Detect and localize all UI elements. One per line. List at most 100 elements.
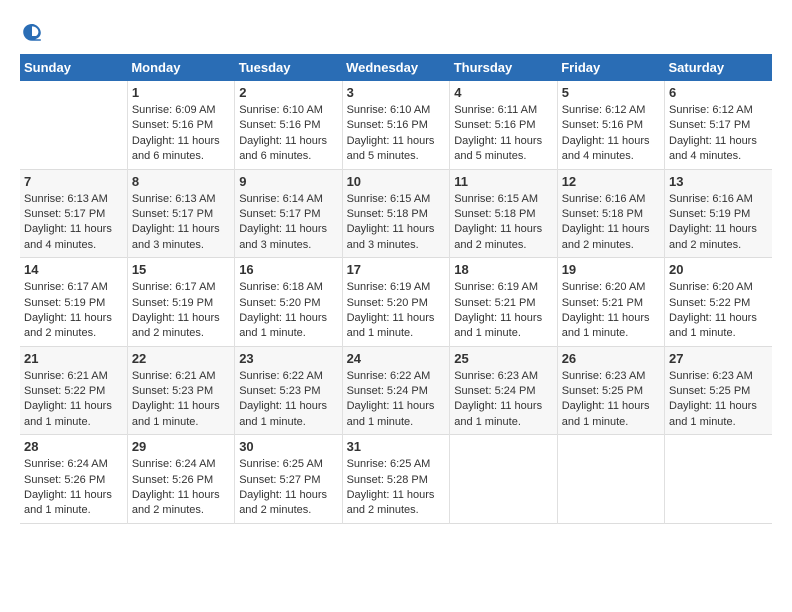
day-number: 26 bbox=[562, 351, 660, 366]
calendar-cell: 21 Sunrise: 6:21 AM Sunset: 5:22 PM Dayli… bbox=[20, 346, 127, 435]
cell-info: Sunrise: 6:22 AM Sunset: 5:23 PM Dayligh… bbox=[239, 369, 337, 431]
day-number: 12 bbox=[562, 174, 660, 189]
page-header bbox=[20, 20, 772, 44]
cell-info: Sunrise: 6:24 AM Sunset: 5:26 PM Dayligh… bbox=[132, 457, 230, 519]
day-number: 3 bbox=[347, 85, 446, 100]
column-header-monday: Monday bbox=[127, 54, 234, 81]
column-header-saturday: Saturday bbox=[665, 54, 773, 81]
day-number: 18 bbox=[454, 262, 552, 277]
calendar-cell: 12 Sunrise: 6:16 AM Sunset: 5:18 PM Dayli… bbox=[557, 169, 664, 258]
calendar-cell: 11 Sunrise: 6:15 AM Sunset: 5:18 PM Dayli… bbox=[450, 169, 557, 258]
logo bbox=[20, 20, 48, 44]
cell-info: Sunrise: 6:24 AM Sunset: 5:26 PM Dayligh… bbox=[24, 457, 123, 519]
cell-info: Sunrise: 6:10 AM Sunset: 5:16 PM Dayligh… bbox=[347, 103, 446, 165]
calendar-cell: 3 Sunrise: 6:10 AM Sunset: 5:16 PM Daylig… bbox=[342, 81, 450, 169]
calendar-cell: 2 Sunrise: 6:10 AM Sunset: 5:16 PM Daylig… bbox=[235, 81, 342, 169]
calendar-cell: 30Sunrise: 6:25 AM Sunset: 5:27 PM Dayli… bbox=[235, 435, 342, 524]
cell-info: Sunrise: 6:09 AM Sunset: 5:16 PM Dayligh… bbox=[132, 103, 230, 165]
column-header-wednesday: Wednesday bbox=[342, 54, 450, 81]
cell-info: Sunrise: 6:14 AM Sunset: 5:17 PM Dayligh… bbox=[239, 192, 337, 254]
day-number: 19 bbox=[562, 262, 660, 277]
day-number: 29 bbox=[132, 439, 230, 454]
day-number: 21 bbox=[24, 351, 123, 366]
day-number: 6 bbox=[669, 85, 768, 100]
cell-info: Sunrise: 6:18 AM Sunset: 5:20 PM Dayligh… bbox=[239, 280, 337, 342]
day-number: 23 bbox=[239, 351, 337, 366]
calendar-cell: 31 Sunrise: 6:25 AM Sunset: 5:28 PM Dayli… bbox=[342, 435, 450, 524]
column-header-friday: Friday bbox=[557, 54, 664, 81]
calendar-cell bbox=[450, 435, 557, 524]
calendar-table: SundayMondayTuesdayWednesdayThursdayFrid… bbox=[20, 54, 772, 524]
cell-info: Sunrise: 6:23 AM Sunset: 5:25 PM Dayligh… bbox=[562, 369, 660, 431]
cell-info: Sunrise: 6:17 AM Sunset: 5:19 PM Dayligh… bbox=[24, 280, 123, 342]
calendar-cell bbox=[20, 81, 127, 169]
cell-info: Sunrise: 6:13 AM Sunset: 5:17 PM Dayligh… bbox=[132, 192, 230, 254]
calendar-cell: 28Sunrise: 6:24 AM Sunset: 5:26 PM Dayli… bbox=[20, 435, 127, 524]
day-number: 20 bbox=[669, 262, 768, 277]
calendar-cell: 20Sunrise: 6:20 AM Sunset: 5:22 PM Dayli… bbox=[665, 258, 773, 347]
week-row-0: 1 Sunrise: 6:09 AM Sunset: 5:16 PM Daylig… bbox=[20, 81, 772, 169]
cell-info: Sunrise: 6:16 AM Sunset: 5:18 PM Dayligh… bbox=[562, 192, 660, 254]
day-number: 22 bbox=[132, 351, 230, 366]
week-row-2: 14 Sunrise: 6:17 AM Sunset: 5:19 PM Dayli… bbox=[20, 258, 772, 347]
calendar-cell: 9 Sunrise: 6:14 AM Sunset: 5:17 PM Daylig… bbox=[235, 169, 342, 258]
cell-info: Sunrise: 6:19 AM Sunset: 5:21 PM Dayligh… bbox=[454, 280, 552, 342]
day-number: 2 bbox=[239, 85, 337, 100]
calendar-cell: 24 Sunrise: 6:22 AM Sunset: 5:24 PM Dayli… bbox=[342, 346, 450, 435]
cell-info: Sunrise: 6:16 AM Sunset: 5:19 PM Dayligh… bbox=[669, 192, 768, 254]
cell-info: Sunrise: 6:15 AM Sunset: 5:18 PM Dayligh… bbox=[347, 192, 446, 254]
column-header-thursday: Thursday bbox=[450, 54, 557, 81]
week-row-3: 21 Sunrise: 6:21 AM Sunset: 5:22 PM Dayli… bbox=[20, 346, 772, 435]
calendar-cell: 17Sunrise: 6:19 AM Sunset: 5:20 PM Dayli… bbox=[342, 258, 450, 347]
cell-info: Sunrise: 6:20 AM Sunset: 5:21 PM Dayligh… bbox=[562, 280, 660, 342]
calendar-cell: 4 Sunrise: 6:11 AM Sunset: 5:16 PM Daylig… bbox=[450, 81, 557, 169]
cell-info: Sunrise: 6:22 AM Sunset: 5:24 PM Dayligh… bbox=[347, 369, 446, 431]
cell-info: Sunrise: 6:12 AM Sunset: 5:17 PM Dayligh… bbox=[669, 103, 768, 165]
cell-info: Sunrise: 6:23 AM Sunset: 5:25 PM Dayligh… bbox=[669, 369, 768, 431]
calendar-cell: 13Sunrise: 6:16 AM Sunset: 5:19 PM Dayli… bbox=[665, 169, 773, 258]
day-number: 14 bbox=[24, 262, 123, 277]
calendar-cell: 22 Sunrise: 6:21 AM Sunset: 5:23 PM Dayli… bbox=[127, 346, 234, 435]
day-number: 31 bbox=[347, 439, 446, 454]
day-number: 10 bbox=[347, 174, 446, 189]
cell-info: Sunrise: 6:12 AM Sunset: 5:16 PM Dayligh… bbox=[562, 103, 660, 165]
day-number: 15 bbox=[132, 262, 230, 277]
cell-info: Sunrise: 6:13 AM Sunset: 5:17 PM Dayligh… bbox=[24, 192, 123, 254]
cell-info: Sunrise: 6:21 AM Sunset: 5:22 PM Dayligh… bbox=[24, 369, 123, 431]
calendar-cell: 10 Sunrise: 6:15 AM Sunset: 5:18 PM Dayli… bbox=[342, 169, 450, 258]
calendar-cell bbox=[557, 435, 664, 524]
day-number: 9 bbox=[239, 174, 337, 189]
day-number: 30 bbox=[239, 439, 337, 454]
calendar-header-row: SundayMondayTuesdayWednesdayThursdayFrid… bbox=[20, 54, 772, 81]
day-number: 27 bbox=[669, 351, 768, 366]
logo-icon bbox=[20, 20, 44, 44]
calendar-cell: 26 Sunrise: 6:23 AM Sunset: 5:25 PM Dayli… bbox=[557, 346, 664, 435]
calendar-cell: 6 Sunrise: 6:12 AM Sunset: 5:17 PM Daylig… bbox=[665, 81, 773, 169]
cell-info: Sunrise: 6:21 AM Sunset: 5:23 PM Dayligh… bbox=[132, 369, 230, 431]
day-number: 25 bbox=[454, 351, 552, 366]
day-number: 1 bbox=[132, 85, 230, 100]
calendar-cell: 18 Sunrise: 6:19 AM Sunset: 5:21 PM Dayli… bbox=[450, 258, 557, 347]
day-number: 24 bbox=[347, 351, 446, 366]
calendar-cell: 16Sunrise: 6:18 AM Sunset: 5:20 PM Dayli… bbox=[235, 258, 342, 347]
calendar-cell: 29 Sunrise: 6:24 AM Sunset: 5:26 PM Dayli… bbox=[127, 435, 234, 524]
cell-info: Sunrise: 6:23 AM Sunset: 5:24 PM Dayligh… bbox=[454, 369, 552, 431]
calendar-cell: 5 Sunrise: 6:12 AM Sunset: 5:16 PM Daylig… bbox=[557, 81, 664, 169]
cell-info: Sunrise: 6:11 AM Sunset: 5:16 PM Dayligh… bbox=[454, 103, 552, 165]
calendar-cell: 19 Sunrise: 6:20 AM Sunset: 5:21 PM Dayli… bbox=[557, 258, 664, 347]
cell-info: Sunrise: 6:10 AM Sunset: 5:16 PM Dayligh… bbox=[239, 103, 337, 165]
calendar-cell: 27 Sunrise: 6:23 AM Sunset: 5:25 PM Dayli… bbox=[665, 346, 773, 435]
day-number: 11 bbox=[454, 174, 552, 189]
week-row-1: 7Sunrise: 6:13 AM Sunset: 5:17 PM Daylig… bbox=[20, 169, 772, 258]
cell-info: Sunrise: 6:19 AM Sunset: 5:20 PM Dayligh… bbox=[347, 280, 446, 342]
day-number: 5 bbox=[562, 85, 660, 100]
cell-info: Sunrise: 6:17 AM Sunset: 5:19 PM Dayligh… bbox=[132, 280, 230, 342]
day-number: 8 bbox=[132, 174, 230, 189]
column-header-sunday: Sunday bbox=[20, 54, 127, 81]
cell-info: Sunrise: 6:15 AM Sunset: 5:18 PM Dayligh… bbox=[454, 192, 552, 254]
day-number: 4 bbox=[454, 85, 552, 100]
cell-info: Sunrise: 6:25 AM Sunset: 5:28 PM Dayligh… bbox=[347, 457, 446, 519]
calendar-cell: 1 Sunrise: 6:09 AM Sunset: 5:16 PM Daylig… bbox=[127, 81, 234, 169]
week-row-4: 28Sunrise: 6:24 AM Sunset: 5:26 PM Dayli… bbox=[20, 435, 772, 524]
calendar-cell bbox=[665, 435, 773, 524]
